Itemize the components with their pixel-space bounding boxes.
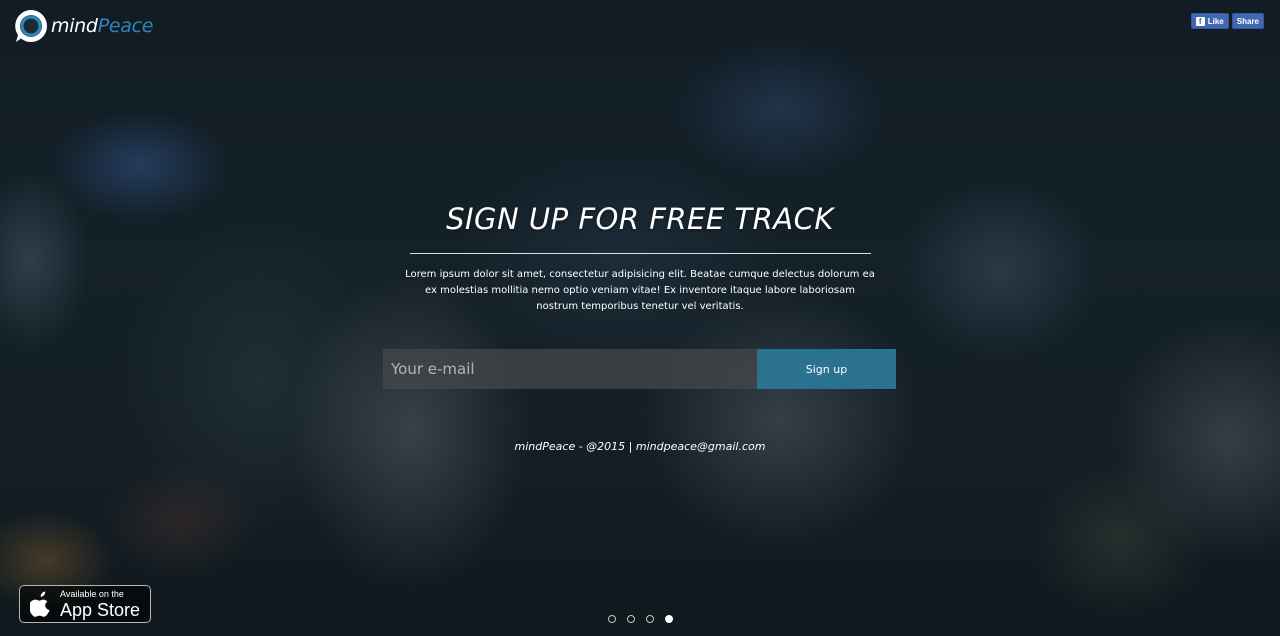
app-store-badge[interactable]: Available on the App Store xyxy=(19,585,151,623)
hero-title: SIGN UP FOR FREE TRACK xyxy=(446,202,834,236)
page-background: mindPeace f Like Share SIGN UP FOR FREE … xyxy=(0,0,1280,636)
app-store-big-text: App Store xyxy=(60,599,141,620)
hero-section: SIGN UP FOR FREE TRACK Lorem ipsum dolor… xyxy=(0,198,1280,315)
slider-pagination xyxy=(608,615,673,623)
slider-dot-2[interactable] xyxy=(627,615,635,623)
facebook-share-label: Share xyxy=(1236,16,1259,26)
facebook-like-label: Like xyxy=(1207,16,1224,26)
slider-dot-3[interactable] xyxy=(646,615,654,623)
brand-logo[interactable]: mindPeace xyxy=(13,8,153,44)
signup-button[interactable]: Sign up xyxy=(757,349,896,389)
brand-name: mindPeace xyxy=(51,14,154,37)
apple-icon xyxy=(30,591,50,617)
footer-copyright: mindPeace - @2015 | mindpeace@gmail.com xyxy=(514,440,766,453)
slider-dot-4[interactable] xyxy=(665,615,673,623)
brand-name-part1: mind xyxy=(51,14,98,37)
background-overlay xyxy=(0,0,1280,636)
app-store-small-text: Available on the xyxy=(60,588,124,599)
facebook-share-button[interactable]: Share xyxy=(1231,13,1264,29)
signup-form: Sign up xyxy=(383,349,896,389)
facebook-icon: f xyxy=(1195,16,1205,26)
hero-divider xyxy=(409,253,871,254)
brand-name-part2: Peace xyxy=(97,14,154,37)
facebook-like-button[interactable]: f Like xyxy=(1190,13,1229,29)
slider-dot-1[interactable] xyxy=(608,615,616,623)
facebook-buttons: f Like Share xyxy=(1190,13,1264,29)
email-input[interactable] xyxy=(383,349,757,389)
app-store-text: Available on the App Store xyxy=(60,588,141,620)
hero-description: Lorem ipsum dolor sit amet, consectetur … xyxy=(405,269,875,312)
speech-bubble-ring-logo-icon xyxy=(15,10,47,42)
